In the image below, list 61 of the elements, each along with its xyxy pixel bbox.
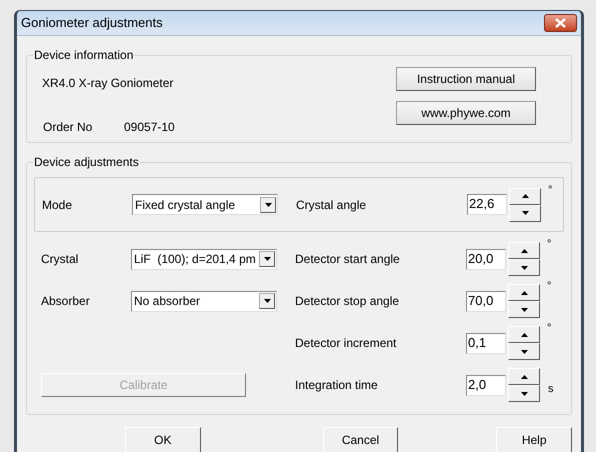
caret-icon [264, 299, 270, 303]
up-arrow-icon [520, 374, 528, 378]
calibrate-button: Calibrate [41, 373, 246, 397]
field-label: Absorber [41, 293, 91, 310]
dropdown-value: No absorber [134, 293, 200, 310]
down-arrow-icon [522, 211, 528, 215]
dropdown[interactable]: LiF (100); d=201,4 pm [131, 248, 277, 270]
window-title: Goniometer adjustments [21, 14, 163, 32]
number-field[interactable]: 22,6 [467, 194, 507, 215]
number-field[interactable]: 0,1 [466, 332, 506, 354]
dropdown[interactable]: No absorber [131, 290, 277, 312]
spin-down-button[interactable] [509, 204, 541, 222]
dialog-button[interactable]: Instruction manual [396, 67, 536, 91]
dialog-button[interactable]: Cancel [322, 427, 398, 452]
field-label: Detector stop angle [295, 293, 400, 310]
order-label: Order No [42, 119, 94, 136]
field-label: Detector increment [295, 335, 398, 352]
spin-down-button[interactable] [508, 385, 540, 402]
close-button[interactable] [544, 14, 577, 32]
dropdown[interactable]: Fixed crystal angle [132, 194, 278, 215]
field-label: Detector start angle [295, 251, 401, 268]
field-label: Crystal angle [296, 196, 368, 214]
spin-down-button[interactable] [508, 259, 540, 276]
unit-label: s [548, 382, 554, 397]
spin-up-button[interactable] [508, 368, 540, 385]
order-number: 09057-10 [124, 119, 175, 136]
caret-icon [264, 202, 272, 206]
number-field[interactable]: 70,0 [466, 290, 506, 312]
dropdown-value: LiF (100); d=201,4 pm [134, 251, 256, 268]
unit-label: ° [548, 182, 552, 198]
spin-up-button[interactable] [508, 242, 540, 259]
spin-down-button[interactable] [508, 301, 540, 318]
device-name: XR4.0 X-ray Goniometer [41, 75, 174, 92]
down-arrow-icon [520, 392, 528, 396]
up-arrow-icon [520, 332, 528, 336]
up-arrow-icon [520, 248, 528, 252]
down-arrow-icon [520, 350, 528, 354]
dropdown-value: Fixed crystal angle [135, 196, 236, 214]
caret-icon [264, 257, 270, 261]
down-arrow-icon [520, 308, 528, 312]
group-title: Device adjustments [33, 154, 140, 171]
close-icon [555, 18, 566, 28]
dialog-button[interactable]: OK [125, 427, 201, 452]
unit-label: ° [547, 321, 552, 336]
up-arrow-icon [520, 290, 528, 294]
number-field[interactable]: 2,0 [466, 374, 506, 396]
spin-down-button[interactable] [508, 343, 540, 360]
dialog-button[interactable]: www.phywe.com [396, 101, 536, 125]
field-label: Mode [42, 196, 74, 214]
spin-up-button[interactable] [509, 188, 541, 204]
down-arrow-icon [520, 266, 528, 270]
spin-up-button[interactable] [508, 284, 540, 301]
field-label: Integration time [295, 377, 379, 394]
dialog-button[interactable]: Help [496, 427, 572, 452]
group-title: Device information [33, 47, 134, 64]
unit-label: ° [547, 279, 552, 294]
up-arrow-icon [522, 194, 528, 198]
field-label: Crystal [41, 251, 80, 268]
number-field[interactable]: 20,0 [466, 248, 506, 270]
spin-up-button[interactable] [508, 326, 540, 343]
unit-label: ° [547, 237, 552, 252]
